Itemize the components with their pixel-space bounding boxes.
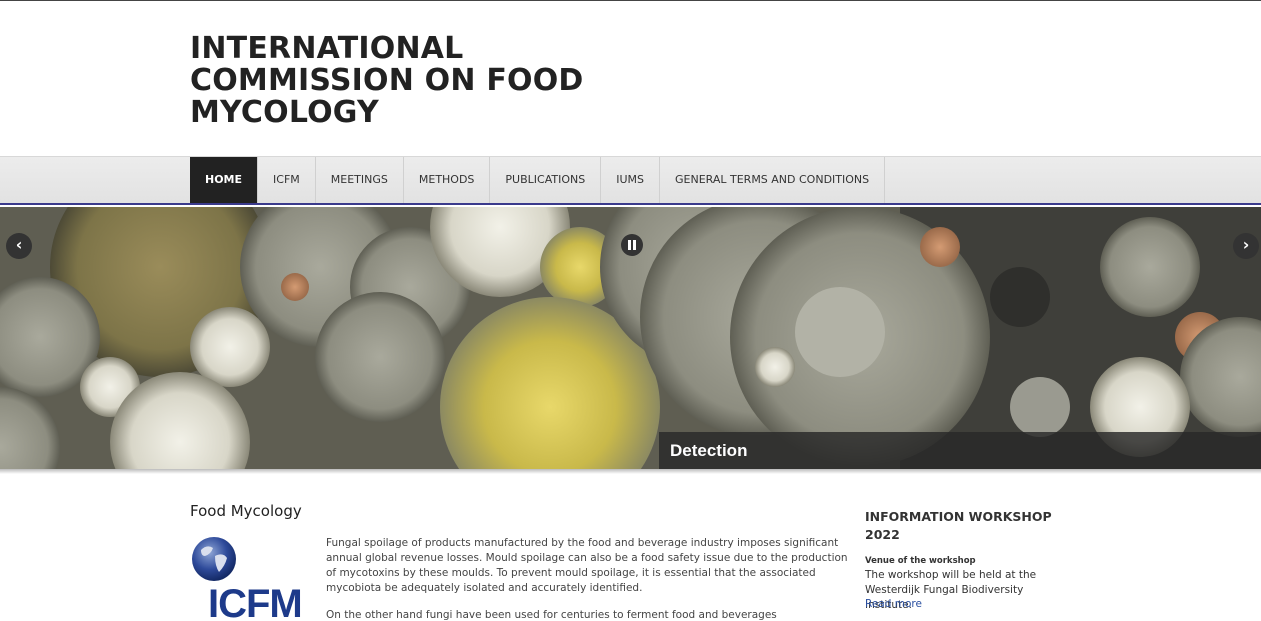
slide-caption[interactable]: Detection [659,432,1261,469]
intro-paragraph: Fungal spoilage of products manufactured… [326,537,848,594]
page-heading: Food Mycology [190,502,302,520]
main-navigation: HOME ICFM MEETINGS METHODS PUBLICATIONS … [0,156,1261,205]
nav-item-iums[interactable]: IUMS [601,157,660,203]
pause-icon[interactable] [621,234,643,256]
nav-item-home[interactable]: HOME [190,157,259,203]
site-title-line: MYCOLOGY [190,95,379,130]
nav-item-general-terms[interactable]: GENERAL TERMS AND CONDITIONS [660,157,886,203]
site-title[interactable]: INTERNATIONAL COMMISSION ON FOOD MYCOLOG… [190,33,590,129]
nav-item-meetings[interactable]: MEETINGS [316,157,404,203]
second-paragraph: On the other hand fungi have been used f… [326,609,777,621]
nav-item-publications[interactable]: PUBLICATIONS [490,157,602,203]
chevron-right-icon[interactable]: › [1233,233,1259,259]
nav-list: HOME ICFM MEETINGS METHODS PUBLICATIONS … [190,157,886,203]
top-border-line [0,0,1261,1]
venue-label: Venue of the workshop [865,556,976,566]
read-more-link[interactable]: Read more [865,598,922,610]
globe-icon [192,537,236,581]
image-slider: ‹ › Detection [0,207,1261,469]
site-title-line: INTERNATIONAL [190,31,464,66]
nav-item-icfm[interactable]: ICFM [258,157,316,203]
nav-item-methods[interactable]: METHODS [404,157,491,203]
icfm-logo: ICFM [190,536,325,621]
chevron-left-icon[interactable]: ‹ [6,233,32,259]
logo-text: ICFM [208,582,303,621]
site-title-line: COMMISSION ON FOOD [190,63,584,98]
sidebar-heading: INFORMATION WORKSHOP 2022 [865,509,1052,542]
slider-shadow [0,469,1261,474]
